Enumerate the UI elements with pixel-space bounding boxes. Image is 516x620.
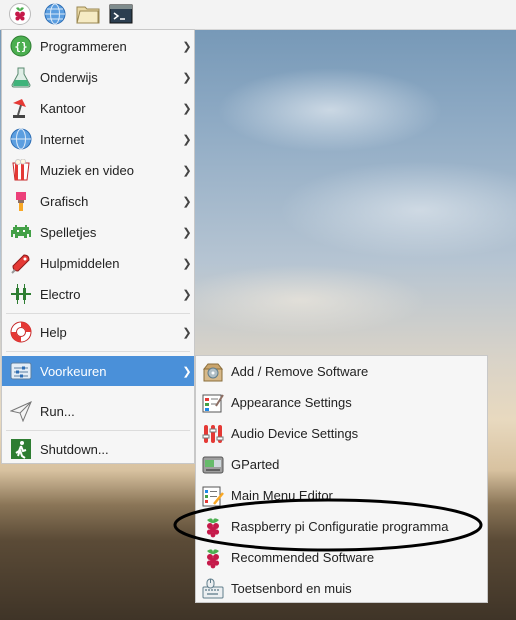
menu-item-programmeren[interactable]: {} Programmeren ❯ — [2, 31, 194, 61]
submenu-item-raspberry-config[interactable]: Raspberry pi Configuratie programma — [196, 511, 487, 542]
audio-device-settings-icon — [201, 422, 225, 446]
menu-separator — [6, 430, 190, 431]
file-manager-icon[interactable] — [76, 3, 100, 25]
menu-item-voorkeuren[interactable]: Voorkeuren ❯ — [2, 356, 194, 386]
submenu-item-label: Audio Device Settings — [231, 426, 359, 441]
submenu-item-main-menu-editor[interactable]: Main Menu Editor — [196, 480, 487, 511]
electronics-icon — [9, 282, 33, 306]
submenu-item-label: Appearance Settings — [231, 395, 352, 410]
menu-item-label: Internet — [40, 131, 85, 147]
web-browser-icon[interactable] — [43, 3, 67, 25]
chevron-right-icon: ❯ — [182, 195, 192, 208]
chevron-right-icon: ❯ — [182, 71, 192, 84]
menu-item-label: Run... — [40, 403, 75, 419]
menu-item-internet[interactable]: Internet ❯ — [2, 124, 194, 154]
add-remove-software-icon — [201, 360, 225, 384]
preferences-icon — [9, 359, 33, 383]
menu-item-label: Electro — [40, 286, 81, 302]
menu-item-label: Onderwijs — [40, 69, 98, 85]
submenu-item-add-remove-software[interactable]: Add / Remove Software — [196, 356, 487, 387]
svg-text:{}: {} — [14, 40, 27, 53]
chevron-right-icon: ❯ — [182, 226, 192, 239]
recommended-software-icon — [201, 546, 225, 570]
menu-item-label: Grafisch — [40, 193, 89, 209]
appearance-settings-icon — [201, 391, 225, 415]
programming-icon: {} — [9, 34, 33, 58]
keyboard-mouse-icon — [201, 577, 225, 601]
accessories-icon — [9, 251, 33, 275]
submenu-item-label: Recommended Software — [231, 550, 375, 565]
preferences-submenu: Add / Remove Software Appearance Setting… — [195, 355, 488, 603]
education-icon — [9, 65, 33, 89]
top-panel — [0, 0, 516, 30]
menu-separator — [6, 313, 190, 314]
chevron-right-icon: ❯ — [182, 288, 192, 301]
submenu-item-label: Add / Remove Software — [231, 364, 369, 379]
submenu-item-label: GParted — [231, 457, 280, 472]
menu-item-label: Help — [40, 324, 67, 340]
menu-item-label: Hulpmiddelen — [40, 255, 120, 271]
main-menu-editor-icon — [201, 484, 225, 508]
menu-item-label: Kantoor — [40, 100, 86, 116]
games-icon — [9, 220, 33, 244]
chevron-right-icon: ❯ — [182, 257, 192, 270]
raspberry-menu-icon[interactable] — [8, 3, 32, 25]
chevron-right-icon: ❯ — [182, 40, 192, 53]
menu-item-onderwijs[interactable]: Onderwijs ❯ — [2, 62, 194, 92]
submenu-item-keyboard-mouse[interactable]: Toetsenbord en muis — [196, 573, 487, 604]
internet-icon — [9, 127, 33, 151]
menu-item-label: Shutdown... — [40, 441, 109, 457]
music-video-icon — [9, 158, 33, 182]
office-icon — [9, 96, 33, 120]
chevron-right-icon: ❯ — [182, 365, 192, 378]
chevron-right-icon: ❯ — [182, 326, 192, 339]
menu-item-spelletjes[interactable]: Spelletjes ❯ — [2, 217, 194, 247]
submenu-item-gparted[interactable]: GParted — [196, 449, 487, 480]
graphics-icon — [9, 189, 33, 213]
menu-item-grafisch[interactable]: Grafisch ❯ — [2, 186, 194, 216]
main-menu: {} Programmeren ❯ Onderwijs ❯ Kantoor ❯ … — [1, 29, 195, 464]
chevron-right-icon: ❯ — [182, 133, 192, 146]
submenu-item-audio-device-settings[interactable]: Audio Device Settings — [196, 418, 487, 449]
gparted-icon — [201, 453, 225, 477]
menu-item-electro[interactable]: Electro ❯ — [2, 279, 194, 309]
submenu-item-label: Main Menu Editor — [231, 488, 333, 503]
menu-item-run[interactable]: Run... — [2, 396, 194, 426]
help-icon — [9, 320, 33, 344]
submenu-item-appearance-settings[interactable]: Appearance Settings — [196, 387, 487, 418]
menu-item-label: Spelletjes — [40, 224, 97, 240]
menu-item-label: Voorkeuren — [40, 363, 107, 379]
terminal-icon[interactable] — [109, 3, 133, 25]
menu-item-label: Muziek en video — [40, 162, 134, 178]
run-icon — [9, 399, 33, 423]
menu-item-shutdown[interactable]: Shutdown... — [2, 434, 194, 464]
submenu-item-label: Raspberry pi Configuratie programma — [231, 519, 449, 534]
chevron-right-icon: ❯ — [182, 164, 192, 177]
menu-item-label: Programmeren — [40, 38, 127, 54]
menu-item-muziek-en-video[interactable]: Muziek en video ❯ — [2, 155, 194, 185]
raspberry-config-icon — [201, 515, 225, 539]
menu-separator — [6, 351, 190, 352]
menu-item-kantoor[interactable]: Kantoor ❯ — [2, 93, 194, 123]
chevron-right-icon: ❯ — [182, 102, 192, 115]
submenu-item-label: Toetsenbord en muis — [231, 581, 352, 596]
submenu-item-recommended-software[interactable]: Recommended Software — [196, 542, 487, 573]
shutdown-icon — [9, 437, 33, 461]
menu-item-hulpmiddelen[interactable]: Hulpmiddelen ❯ — [2, 248, 194, 278]
menu-item-help[interactable]: Help ❯ — [2, 317, 194, 347]
